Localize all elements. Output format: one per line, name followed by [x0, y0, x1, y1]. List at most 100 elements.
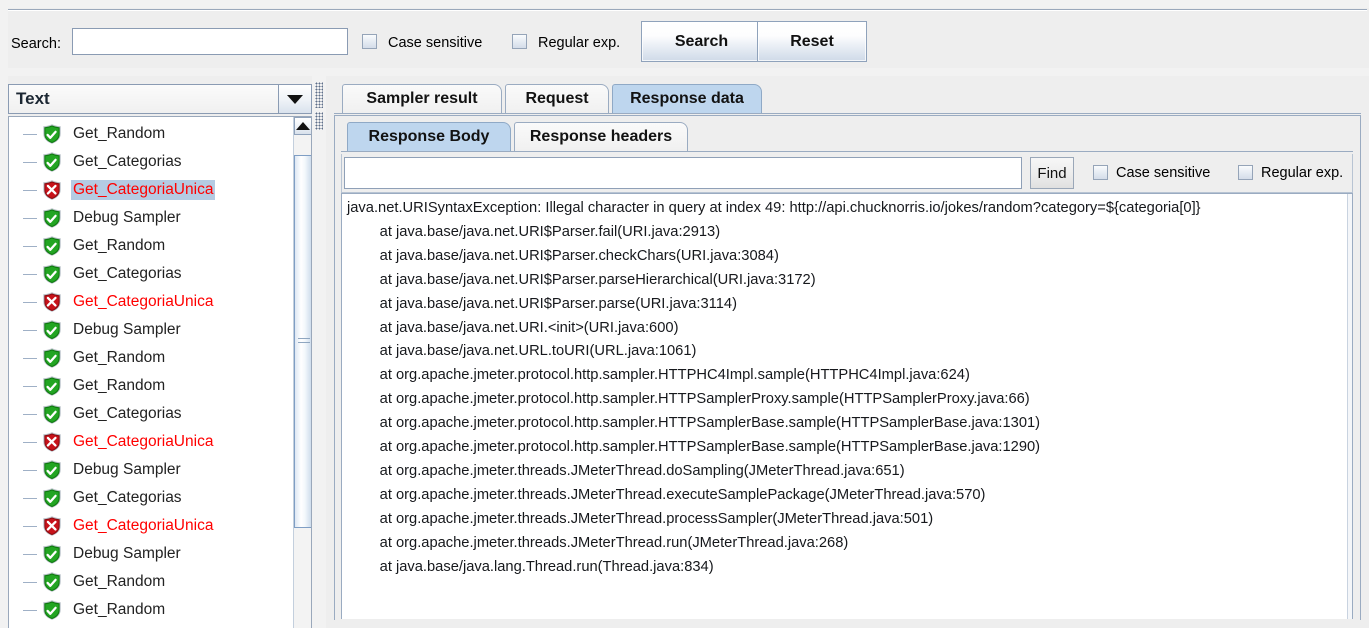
main-split-pane: Text Get_Random Get_Categorias Get_Categor… — [0, 76, 1369, 628]
stack-trace-line: at java.base/java.net.URI$Parser.parse(U… — [347, 295, 737, 312]
left-panel-drag-texture — [0, 76, 8, 628]
find-case-sensitive-checkbox[interactable] — [1093, 165, 1108, 180]
tree-row[interactable]: Get_CategoriaUnica — [9, 288, 295, 316]
splitter-handle-upper-icon[interactable] — [315, 82, 323, 108]
tree-connector-line — [23, 357, 37, 359]
stack-trace-line: at java.base/java.lang.Thread.run(Thread… — [347, 558, 714, 575]
stack-trace-line: at java.base/java.net.URI.<init>(URI.jav… — [347, 319, 679, 336]
tree-row[interactable]: Debug Sampler — [9, 540, 295, 568]
stack-trace-line: at org.apache.jmeter.threads.JMeterThrea… — [347, 534, 849, 551]
tab-request[interactable]: Request — [505, 84, 609, 114]
tree-item-label: Debug Sampler — [73, 461, 181, 478]
toolbar-top-drag-texture — [0, 0, 1369, 8]
regular-exp-checkbox[interactable] — [512, 34, 527, 49]
jmeter-view-results-tree: Search: Case sensitive Regular exp. Sear… — [0, 0, 1369, 628]
response-subtabs[interactable]: Response Body Response headers — [341, 122, 1351, 152]
response-data-panel: Response Body Response headers Find Case … — [334, 115, 1361, 620]
tree-row[interactable]: Get_Categorias — [9, 260, 295, 288]
scrollbar-thumb[interactable] — [294, 155, 311, 528]
regular-exp-label: Regular exp. — [538, 34, 621, 51]
tree-row[interactable]: Get_Random — [9, 372, 295, 400]
tree-connector-line — [23, 385, 37, 387]
find-input[interactable] — [344, 157, 1022, 189]
tree-row[interactable]: Get_Random — [9, 596, 295, 624]
status-pass-shield-icon — [41, 543, 63, 565]
tree-connector-line — [23, 497, 37, 499]
reset-button[interactable]: Reset — [757, 21, 867, 62]
results-tree-list[interactable]: Get_Random Get_Categorias Get_CategoriaUni… — [9, 117, 295, 628]
toolbar-divider — [8, 9, 1367, 11]
search-button[interactable]: Search — [641, 21, 762, 62]
stack-trace-line: at org.apache.jmeter.threads.JMeterThrea… — [347, 486, 986, 503]
tree-row[interactable]: Get_CategoriaUnica — [9, 428, 295, 456]
scrollbar-track[interactable] — [294, 135, 311, 628]
find-case-sensitive-label: Case sensitive — [1116, 164, 1211, 181]
stack-trace-line: at org.apache.jmeter.protocol.http.sampl… — [347, 367, 970, 384]
tree-connector-line — [23, 189, 37, 191]
status-pass-shield-icon — [41, 375, 63, 397]
tree-row[interactable]: Get_Random — [9, 344, 295, 372]
sampler-tabs[interactable]: Sampler result Request Response data — [334, 84, 1361, 114]
scroll-up-button[interactable] — [294, 117, 311, 135]
tab-response-data[interactable]: Response data — [612, 84, 762, 114]
tree-row[interactable]: Get_Random — [9, 120, 295, 148]
tree-connector-line — [23, 133, 37, 135]
tree-row[interactable]: Debug Sampler — [9, 316, 295, 344]
toolbar-bottom-drag-texture — [0, 68, 1369, 76]
subtab-response-body[interactable]: Response Body — [347, 122, 511, 152]
stack-trace-line: at org.apache.jmeter.threads.JMeterThrea… — [347, 462, 905, 479]
tree-row[interactable]: Get_Random — [9, 568, 295, 596]
case-sensitive-label: Case sensitive — [388, 34, 483, 51]
tree-item-label: Get_Random — [73, 601, 166, 618]
stack-trace-line: at org.apache.jmeter.protocol.http.sampl… — [347, 415, 1041, 432]
status-fail-shield-icon — [41, 515, 63, 537]
tree-connector-line — [23, 329, 37, 331]
find-regular-exp-checkbox[interactable] — [1238, 165, 1253, 180]
vertical-splitter[interactable] — [312, 76, 326, 628]
results-tree-container: Get_Random Get_Categorias Get_CategoriaUni… — [8, 116, 312, 628]
tree-row[interactable]: Debug Sampler — [9, 204, 295, 232]
combobox-arrow-button[interactable] — [278, 84, 312, 114]
tree-connector-line — [23, 553, 37, 555]
stack-trace-line: at java.base/java.net.URI$Parser.parseHi… — [347, 271, 816, 288]
response-body-text-area[interactable]: java.net.URISyntaxException: Illegal cha… — [341, 193, 1353, 619]
tree-row[interactable]: Get_Categorias — [9, 148, 295, 176]
tree-connector-line — [23, 469, 37, 471]
tree-item-label: Get_Random — [73, 125, 166, 142]
tree-item-label: Get_CategoriaUnica — [73, 293, 214, 310]
tree-row[interactable]: Get_CategoriaUnica — [9, 512, 295, 540]
tree-row[interactable]: Get_Random — [9, 232, 295, 260]
tree-row[interactable]: Get_Categorias — [9, 400, 295, 428]
tree-row[interactable]: Debug Sampler — [9, 456, 295, 484]
case-sensitive-checkbox[interactable] — [362, 34, 377, 49]
status-fail-shield-icon — [41, 179, 63, 201]
subtab-response-headers[interactable]: Response headers — [514, 122, 688, 152]
tree-connector-line — [23, 413, 37, 415]
search-toolbar: Search: Case sensitive Regular exp. Sear… — [0, 0, 1369, 76]
status-pass-shield-icon — [41, 599, 63, 621]
results-tree-panel: Text Get_Random Get_Categorias Get_Categor… — [0, 76, 312, 628]
tab-sampler-result[interactable]: Sampler result — [342, 84, 502, 114]
tree-item-label: Get_Categorias — [73, 405, 182, 422]
tree-connector-line — [23, 581, 37, 583]
find-button[interactable]: Find — [1030, 157, 1074, 189]
tree-vertical-scrollbar[interactable] — [293, 117, 311, 628]
response-body-scrollbar[interactable] — [1347, 194, 1352, 619]
tree-row[interactable]: Get_CategoriaUnica — [9, 176, 295, 204]
search-input[interactable] — [72, 28, 348, 55]
search-scope-combobox[interactable]: Text — [8, 84, 312, 114]
chevron-down-icon — [287, 94, 303, 104]
status-pass-shield-icon — [41, 263, 63, 285]
combobox-value: Text — [8, 84, 278, 114]
stack-trace-line: at org.apache.jmeter.protocol.http.sampl… — [347, 439, 1041, 456]
status-pass-shield-icon — [41, 235, 63, 257]
tree-item-label: Get_Categorias — [73, 153, 182, 170]
status-pass-shield-icon — [41, 571, 63, 593]
status-pass-shield-icon — [41, 347, 63, 369]
status-pass-shield-icon — [41, 487, 63, 509]
sampler-detail-panel: Sampler result Request Response data Respo… — [326, 76, 1369, 628]
status-fail-shield-icon — [41, 431, 63, 453]
exception-message-line: java.net.URISyntaxException: Illegal cha… — [347, 200, 1201, 216]
tree-row[interactable]: Get_Categorias — [9, 484, 295, 512]
splitter-handle-lower-icon[interactable] — [315, 112, 323, 130]
